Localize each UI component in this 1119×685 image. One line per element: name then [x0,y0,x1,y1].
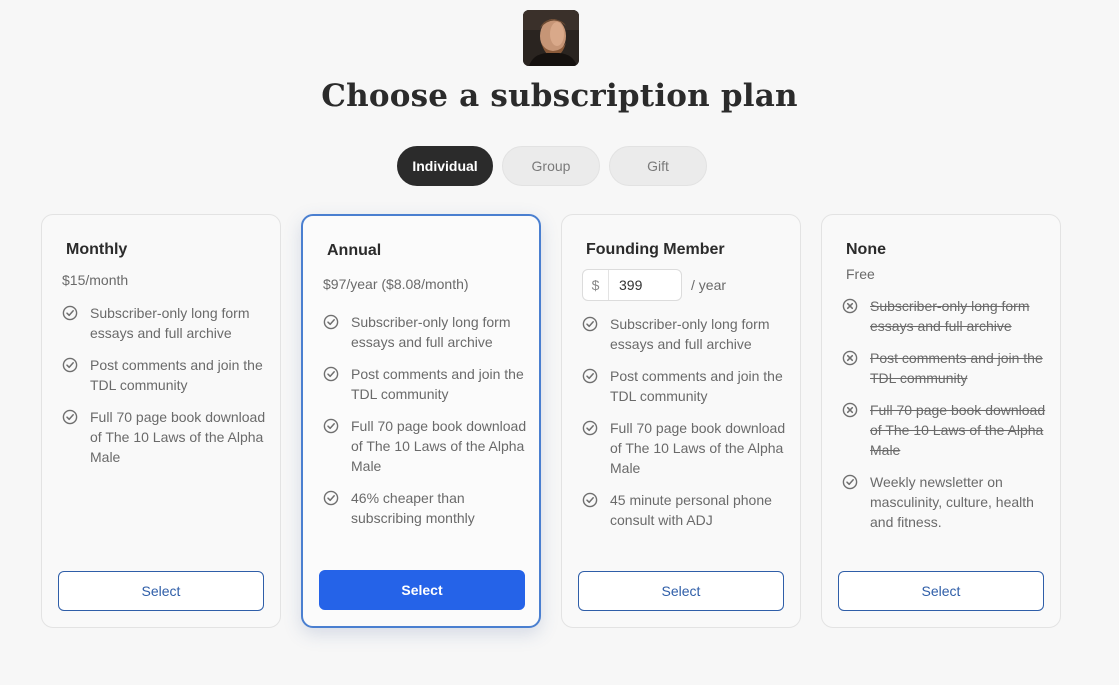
plan-card-annual: Annual $97/year ($8.08/month) Subscriber… [301,214,541,628]
check-circle-icon [323,418,339,434]
plan-name: Annual [327,242,382,259]
check-circle-icon [582,368,598,384]
plan-name: Monthly [66,241,128,258]
feature-item: Subscriber-only long form essays and ful… [323,312,529,352]
check-circle-icon [323,314,339,330]
feature-list: Subscriber-only long form essays and ful… [842,296,1050,544]
x-circle-icon [842,350,858,366]
amount-field: $ [582,269,682,301]
feature-text: Subscriber-only long form essays and ful… [351,314,511,350]
check-circle-icon [323,490,339,506]
page-title: Choose a subscription plan [321,78,798,114]
feature-item: Post comments and join the TDL community [582,366,790,406]
select-monthly-button[interactable]: Select [58,571,264,611]
feature-text: Full 70 page book download of The 10 Law… [870,402,1046,458]
feature-item: Post comments and join the TDL community [842,348,1050,388]
feature-text: Full 70 page book download of The 10 Law… [90,409,266,465]
feature-item: Subscriber-only long form essays and ful… [62,303,270,343]
plan-card-founding-member: Founding Member $ / year Subscriber-only… [561,214,801,628]
feature-list: Subscriber-only long form essays and ful… [582,314,790,542]
check-circle-icon [582,420,598,436]
amount-row: $ / year [582,269,726,301]
check-circle-icon [62,409,78,425]
feature-text: Post comments and join the TDL community [610,368,783,404]
feature-text: Full 70 page book download of The 10 Law… [610,420,786,476]
feature-text: 45 minute personal phone consult with AD… [610,492,772,528]
feature-text: Post comments and join the TDL community [90,357,263,393]
feature-text: Post comments and join the TDL community [870,350,1043,386]
feature-list: Subscriber-only long form essays and ful… [323,312,529,540]
feature-item: Subscriber-only long form essays and ful… [842,296,1050,336]
feature-item: Full 70 page book download of The 10 Law… [62,407,270,467]
select-none-button[interactable]: Select [838,571,1044,611]
tab-individual[interactable]: Individual [397,146,493,186]
author-avatar [523,10,579,66]
plan-type-tabs: Individual Group Gift [397,146,716,186]
tab-gift[interactable]: Gift [609,146,707,186]
plan-card-none: None Free Subscriber-only long form essa… [821,214,1061,628]
plan-card-monthly: Monthly $15/month Subscriber-only long f… [41,214,281,628]
select-annual-button[interactable]: Select [319,570,525,610]
select-founding-member-button[interactable]: Select [578,571,784,611]
plan-price: $97/year ($8.08/month) [323,276,469,292]
feature-text: Post comments and join the TDL community [351,366,524,402]
currency-symbol: $ [583,270,609,300]
feature-item: Post comments and join the TDL community [62,355,270,395]
check-circle-icon [582,492,598,508]
feature-text: Weekly newsletter on masculinity, cultur… [870,474,1034,530]
founding-amount-input[interactable] [609,270,679,300]
check-circle-icon [582,316,598,332]
feature-item: Full 70 page book download of The 10 Law… [323,416,529,476]
plan-name: None [846,241,886,258]
feature-item: Subscriber-only long form essays and ful… [582,314,790,354]
plan-name: Founding Member [586,241,725,258]
feature-text: Subscriber-only long form essays and ful… [870,298,1030,334]
check-circle-icon [323,366,339,382]
feature-text: 46% cheaper than subscribing monthly [351,490,475,526]
feature-item: Post comments and join the TDL community [323,364,529,404]
feature-text: Subscriber-only long form essays and ful… [90,305,250,341]
x-circle-icon [842,402,858,418]
x-circle-icon [842,298,858,314]
tab-group[interactable]: Group [502,146,600,186]
feature-item: 46% cheaper than subscribing monthly [323,488,529,528]
check-circle-icon [842,474,858,490]
plan-price: Free [846,266,875,282]
feature-item: Full 70 page book download of The 10 Law… [582,418,790,478]
plan-price: $15/month [62,272,129,288]
check-circle-icon [62,357,78,373]
feature-list: Subscriber-only long form essays and ful… [62,303,270,479]
feature-item: Full 70 page book download of The 10 Law… [842,400,1050,460]
feature-text: Full 70 page book download of The 10 Law… [351,418,527,474]
feature-item: Weekly newsletter on masculinity, cultur… [842,472,1050,532]
feature-text: Subscriber-only long form essays and ful… [610,316,770,352]
check-circle-icon [62,305,78,321]
per-year-label: / year [691,277,727,293]
feature-item: 45 minute personal phone consult with AD… [582,490,790,530]
